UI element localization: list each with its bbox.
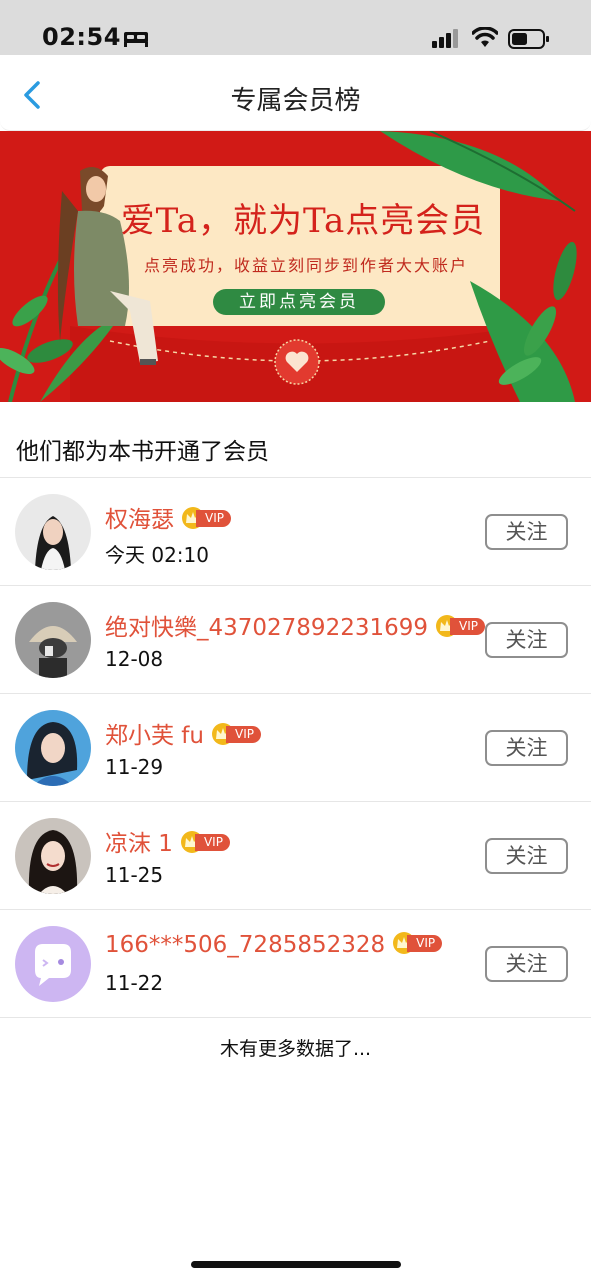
follow-button[interactable]: 关注: [485, 946, 568, 982]
avatar[interactable]: [15, 602, 91, 678]
member-time: 11-29: [105, 755, 164, 779]
default-avatar-icon[interactable]: [15, 926, 91, 1002]
vip-badge-label: VIP: [226, 725, 261, 743]
vip-badge-label: VIP: [450, 617, 485, 635]
home-indicator[interactable]: [191, 1261, 401, 1268]
banner-subtitle: 点亮成功，收益立刻同步到作者大大账户: [143, 256, 468, 275]
bed-icon: [124, 32, 148, 47]
vip-badge-label: VIP: [196, 509, 231, 527]
follow-button[interactable]: 关注: [485, 514, 568, 550]
vip-badge: VIP: [393, 931, 443, 954]
member-time: 11-25: [105, 863, 164, 887]
avatar[interactable]: [15, 818, 91, 894]
section-title: 他们都为本书开通了会员: [16, 439, 269, 465]
vip-badge-label: VIP: [194, 833, 230, 851]
wifi-icon: [472, 27, 498, 47]
follow-button[interactable]: 关注: [485, 622, 568, 658]
light-up-membership-button[interactable]: 立即点亮会员: [213, 289, 385, 315]
battery-icon: [508, 29, 549, 49]
member-name[interactable]: 绝对快樂_437027892231699 VIP: [105, 608, 486, 642]
member-name[interactable]: 166***506_7285852328 VIP: [105, 931, 443, 958]
member-name[interactable]: 凉沫 1 VIP: [105, 824, 231, 858]
member-time: 11-22: [105, 971, 164, 995]
list-item[interactable]: 绝对快樂_437027892231699 VIP 12-08 关注: [0, 586, 591, 694]
list-item[interactable]: 权海瑟 VIP 今天 02:10 关注: [0, 478, 591, 586]
avatar[interactable]: [15, 710, 91, 786]
status-bar: 02:54: [0, 0, 591, 55]
member-name[interactable]: 权海瑟 VIP: [105, 500, 232, 534]
list-item[interactable]: 凉沫 1 VIP 11-25 关注: [0, 802, 591, 910]
promo-banner[interactable]: 爱Ta，就为Ta点亮会员 点亮成功，收益立刻同步到作者大大账户 立即点亮会员: [0, 131, 591, 402]
list-item[interactable]: 166***506_7285852328 VIP 11-22 关注: [0, 910, 591, 1018]
vip-badge: VIP: [212, 722, 262, 745]
member-list: 权海瑟 VIP 今天 02:10 关注 绝对快樂_437027892231699 V…: [0, 478, 591, 1018]
nav-bar: 专属会员榜: [0, 55, 591, 131]
end-of-list-text: 木有更多数据了...: [219, 1038, 372, 1060]
member-name[interactable]: 郑小芙 fu VIP: [105, 716, 262, 750]
page-title: 专属会员榜: [230, 86, 361, 116]
vip-badge: VIP: [180, 830, 231, 853]
member-time: 12-08: [105, 647, 164, 671]
follow-button[interactable]: 关注: [485, 838, 568, 874]
avatar[interactable]: [15, 494, 91, 570]
member-time: 今天 02:10: [105, 543, 209, 567]
vip-badge: VIP: [436, 614, 486, 637]
vip-badge-label: VIP: [407, 934, 443, 952]
status-time: 02:54: [42, 23, 121, 51]
list-item[interactable]: 郑小芙 fu VIP 11-29 关注: [0, 694, 591, 802]
signal-icon: [432, 29, 458, 48]
vip-badge: VIP: [182, 506, 232, 529]
banner-headline: 爱Ta，就为Ta点亮会员: [120, 201, 486, 241]
follow-button[interactable]: 关注: [485, 730, 568, 766]
